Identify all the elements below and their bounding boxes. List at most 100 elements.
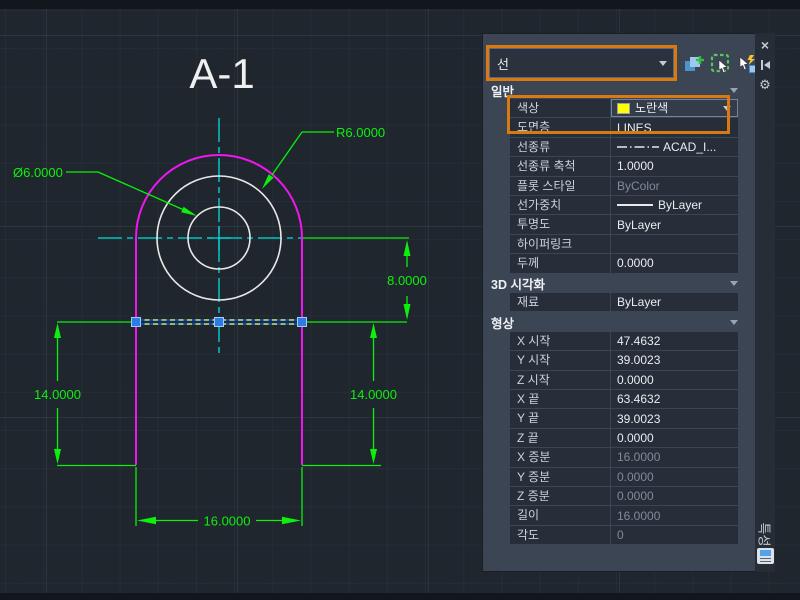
property-row-end-y: Y 끝 39.0023 [510, 409, 738, 429]
palette-titlebar: × ⚙ 특성 [755, 33, 775, 572]
property-row-hyperlink: 하이퍼링크 [510, 234, 738, 255]
close-icon[interactable]: × [755, 37, 775, 53]
section-title: 3D 시각화 [491, 277, 545, 292]
lineweight-name: ByLayer [658, 198, 703, 213]
object-type-highlight-box: 선 [486, 45, 677, 81]
property-label: 하이퍼링크 [510, 234, 611, 254]
property-row-end-z: Z 끝 0.0000 [510, 428, 738, 449]
property-value: 0.0000 [611, 467, 738, 487]
property-row-lineweight: 선가중치 ByLayer [510, 195, 738, 216]
model-space-canvas: A-1 8.0000 14.0000 14.0000 16.0000 Ø6.00… [13, 50, 427, 529]
section-header-general[interactable]: 일반 [483, 82, 755, 99]
property-label: Z 증분 [510, 487, 611, 506]
property-rows: 일반 색상 노란색 도면층 LINES 선종류 ACAD_I... 선종류 축척… [483, 82, 755, 546]
property-label: Y 증분 [510, 467, 611, 487]
property-value[interactable]: ACAD_I... [611, 137, 738, 157]
autocad-window: A-1 8.0000 14.0000 14.0000 16.0000 Ø6.00… [0, 0, 800, 600]
property-value: ByColor [611, 176, 738, 195]
select-objects-icon[interactable] [709, 52, 732, 75]
property-label: 선가중치 [510, 195, 611, 215]
property-value: 0.0000 [611, 487, 738, 506]
property-row-linetype: 선종류 ACAD_I... [510, 137, 738, 158]
property-row-start-z: Z 시작 0.0000 [510, 370, 738, 391]
property-row-length: 길이 16.0000 [510, 506, 738, 526]
chevron-down-icon [723, 105, 731, 111]
property-row-delta-x: X 증분 16.0000 [510, 448, 738, 468]
property-value[interactable]: 0.0000 [611, 370, 738, 390]
property-row-color: 색상 노란색 [510, 99, 738, 119]
dim-left-14[interactable]: 14.0000 [34, 387, 81, 402]
property-row-material: 재료 ByLayer [510, 293, 738, 313]
dim-width-16[interactable]: 16.0000 [204, 514, 251, 529]
property-row-start-y: Y 시작 39.0023 [510, 351, 738, 371]
grip-end[interactable] [297, 317, 307, 327]
dim-diameter-6[interactable]: Ø6.0000 [13, 165, 63, 180]
property-value[interactable]: LINES [611, 118, 738, 137]
property-value[interactable]: 47.4632 [611, 331, 738, 351]
property-label: 선종류 축척 [510, 157, 611, 176]
property-row-start-x: X 시작 47.4632 [510, 331, 738, 352]
property-label: X 시작 [510, 331, 611, 351]
property-label: Y 끝 [510, 409, 611, 428]
section-header-3d[interactable]: 3D 시각화 [483, 274, 755, 294]
object-type-dropdown[interactable]: 선 [489, 48, 674, 78]
collapse-icon[interactable] [730, 88, 738, 93]
property-value[interactable]: 1.0000 [611, 157, 738, 176]
section-title: 일반 [491, 85, 515, 99]
property-label: 선종류 [510, 137, 611, 157]
property-label: 투명도 [510, 215, 611, 234]
linetype-glyph [617, 146, 659, 148]
section-title: 형상 [491, 316, 515, 331]
property-label: Y 시작 [510, 351, 611, 370]
property-row-angle: 각도 0 [510, 525, 738, 546]
linetype-name: ACAD_I... [663, 139, 717, 154]
dim-height-8[interactable]: 8.0000 [387, 273, 427, 288]
collapse-icon[interactable] [730, 319, 738, 325]
property-label: Z 시작 [510, 370, 611, 390]
bottom-edge [0, 593, 800, 600]
property-value[interactable]: 39.0023 [611, 409, 738, 428]
color-swatch-yellow [617, 102, 630, 114]
property-label: Z 끝 [510, 428, 611, 448]
property-value[interactable]: 39.0023 [611, 351, 738, 370]
property-value[interactable]: 63.4632 [611, 390, 738, 409]
dim-radius-6[interactable]: R6.0000 [336, 125, 385, 140]
property-value: 노란색 [635, 101, 669, 116]
property-label: X 증분 [510, 448, 611, 467]
property-value[interactable]: ByLayer [611, 195, 738, 215]
palette-toolbar [682, 52, 759, 75]
property-value[interactable]: ByLayer [611, 215, 738, 234]
drawing-title-text[interactable]: A-1 [189, 50, 254, 97]
property-row-delta-y: Y 증분 0.0000 [510, 467, 738, 488]
property-label: 두께 [510, 254, 611, 273]
property-row-delta-z: Z 증분 0.0000 [510, 487, 738, 507]
property-value[interactable]: ByLayer [611, 293, 738, 312]
pickadd-toggle-icon[interactable] [682, 52, 705, 75]
property-label: 도면층 [510, 118, 611, 137]
autohide-pin-icon[interactable] [755, 57, 775, 73]
property-value[interactable]: 0.0000 [611, 428, 738, 448]
palette-title: 특성 [756, 522, 772, 547]
dim-right-14[interactable]: 14.0000 [350, 387, 397, 402]
color-value-dropdown[interactable]: 노란색 [611, 99, 738, 118]
chevron-down-icon[interactable] [653, 60, 673, 66]
property-label: 재료 [510, 293, 611, 312]
grip-midpoint[interactable] [214, 317, 224, 327]
lineweight-glyph [617, 204, 653, 207]
grip-start[interactable] [131, 317, 141, 327]
property-label: X 끝 [510, 390, 611, 409]
property-row-end-x: X 끝 63.4632 [510, 390, 738, 410]
property-label: 색상 [510, 99, 611, 118]
section-header-geometry[interactable]: 형상 [483, 312, 755, 332]
property-value: 16.0000 [611, 448, 738, 467]
object-type-value: 선 [497, 56, 509, 72]
property-value[interactable]: 0.0000 [611, 254, 738, 273]
properties-monitor-icon[interactable] [757, 548, 774, 564]
collapse-icon[interactable] [730, 280, 738, 286]
gear-icon[interactable]: ⚙ [755, 77, 775, 93]
property-row-linetype-scale: 선종류 축척 1.0000 [510, 157, 738, 177]
properties-palette: 선 일반 색상 노란색 도면층 LINES 선종류 ACAD_I... 선종류 … [482, 33, 758, 572]
property-value[interactable] [611, 234, 738, 254]
property-row-plotstyle: 플롯 스타일 ByColor [510, 176, 738, 196]
property-row-layer: 도면층 LINES [510, 118, 738, 138]
